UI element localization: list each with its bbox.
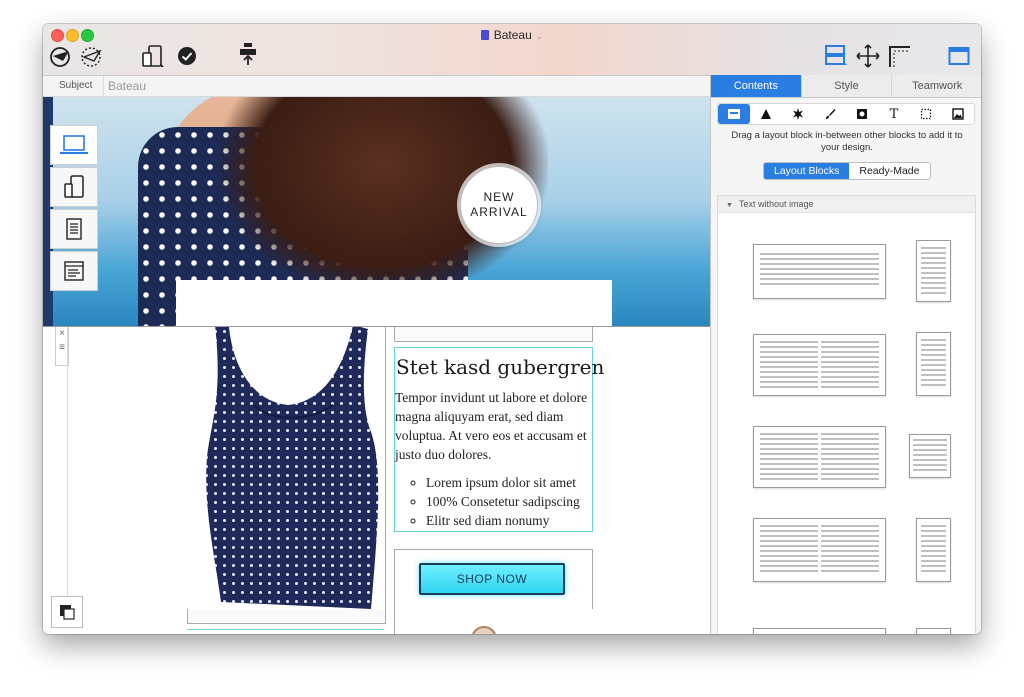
chevron-down-icon: ⌄ [535,31,544,41]
layout-block-thumb[interactable] [916,332,951,396]
product-description[interactable]: Tempor invidunt ut labore et dolore magn… [395,388,591,464]
device-preview-icon[interactable] [141,44,167,68]
window-title[interactable]: Bateau ⌄ [43,28,981,42]
contents-panel: Contents Style Teamwork T Drag a layout … [710,75,981,634]
mobile-preview-button[interactable] [50,167,98,207]
layout-block-thumb[interactable] [753,334,886,396]
badge-line-2: ARRIVAL [470,205,528,219]
desktop-preview-button[interactable] [50,125,98,165]
text-icon[interactable]: T [878,104,910,124]
picture-icon[interactable] [942,104,974,124]
preview-mode-bar [50,125,98,293]
list-item[interactable]: Lorem ipsum dolor sit amet [426,473,611,492]
layout-block-thumb[interactable] [916,628,951,634]
document-icon [480,30,489,40]
panel-tabs: Contents Style Teamwork [711,75,981,98]
tank-top-image [206,327,379,609]
list-item[interactable]: 100% Consetetur sadipscing [426,492,611,511]
layers-icon [60,605,75,620]
layout-block-thumb[interactable] [753,426,886,488]
layout-blocks-list[interactable]: ▼ Text without image [717,195,976,634]
layout-block-thumb[interactable] [909,434,951,478]
subject-input[interactable]: Bateau [103,76,708,96]
triangle-icon[interactable] [750,104,782,124]
burst-icon[interactable] [782,104,814,124]
tab-style[interactable]: Style [802,75,893,97]
upload-icon[interactable] [236,42,260,66]
toolbar: Bateau ⌄ [43,24,981,76]
layout-block-thumb[interactable] [753,244,886,299]
margin-icon[interactable] [886,44,912,68]
avatar [471,626,497,634]
plain-text-preview-button[interactable] [50,209,98,249]
product-title[interactable]: Stet kasd gubergren [396,355,604,379]
image-placeholder[interactable] [187,609,386,624]
shop-now-button[interactable]: SHOP NOW [419,563,565,595]
section-header-label: Text without image [738,199,814,209]
layout-block-thumb[interactable] [916,240,951,302]
layout-block-thumb[interactable] [753,628,886,634]
devices-icon [64,175,84,198]
badge-line-1: NEW [483,190,515,204]
source-preview-button[interactable] [50,251,98,291]
brush-icon[interactable] [814,104,846,124]
drag-handle-icon[interactable]: ≡ [59,342,65,353]
tab-contents[interactable]: Contents [711,75,802,97]
divider [394,609,395,634]
close-icon[interactable]: × [59,328,65,339]
browser-icon [64,261,84,281]
layout-icon[interactable] [823,44,849,68]
tab-teamwork[interactable]: Teamwork [892,75,981,97]
segment-ready-made[interactable]: Ready-Made [849,163,929,179]
document-lines-icon [66,218,82,240]
drag-hint: Drag a layout block in-between other blo… [731,130,963,153]
list-item[interactable]: Elitr sed diam nonumy [426,511,611,530]
product-block[interactable]: × ≡ Stet kasd gubergren Tempor invidunt u… [43,326,710,610]
section-header[interactable]: ▼ Text without image [718,196,975,213]
product-bullets[interactable]: Lorem ipsum dolor sit amet 100% Consetet… [410,473,611,530]
hero-image[interactable]: NEW ARRIVAL [43,97,710,326]
laptop-icon [60,135,88,154]
new-arrival-badge: NEW ARRIVAL [460,166,538,244]
next-block[interactable] [43,609,710,634]
panel-toggle-icon[interactable] [947,44,971,68]
image-frame-icon[interactable] [846,104,878,124]
image-placeholder[interactable] [394,327,593,342]
disclosure-triangle-icon[interactable]: ▼ [726,202,733,209]
block-icon[interactable] [718,104,750,124]
schedule-plane-icon[interactable] [79,44,105,68]
move-icon[interactable] [855,44,881,68]
layout-block-thumb[interactable] [916,518,951,582]
check-icon[interactable] [176,44,198,68]
app-window: Bateau ⌄ Subject Bateau NEW ARRIVAL × ≡ … [43,24,981,634]
layers-button[interactable] [51,596,83,628]
subject-label: Subject [59,80,93,91]
content-tools: T [717,103,975,125]
selection-icon[interactable] [910,104,942,124]
text-frame[interactable] [187,629,384,634]
layout-block-thumb[interactable] [753,518,886,582]
block-type-segmented: Layout Blocks Ready-Made [763,162,931,180]
hero-white-block [176,280,612,326]
segment-layout-blocks[interactable]: Layout Blocks [764,163,850,179]
send-plane-icon[interactable] [49,44,73,68]
subject-bar: Subject Bateau [43,76,710,97]
design-canvas[interactable]: NEW ARRIVAL × ≡ Stet kasd gubergren Temp… [43,97,710,634]
